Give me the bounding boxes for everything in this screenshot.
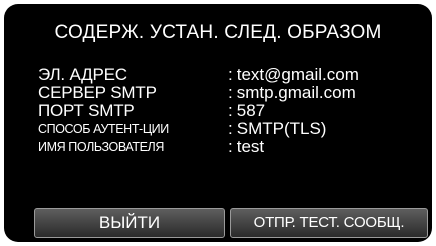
separator: : (228, 65, 233, 84)
setting-row-auth-method: СПОСОБ АУТЕНТ-ЦИИ : SMTP(TLS) (38, 120, 418, 138)
setting-label-smtp-port: ПОРТ SMTP (38, 101, 135, 120)
dialog-title: СОДЕРЖ. УСТАН. СЛЕД. ОБРАЗОМ (54, 22, 382, 43)
smtp-port-value: 587 (236, 101, 266, 120)
setting-value-smtp-server: : smtp.gmail.com (228, 84, 356, 102)
setting-row-smtp-server: СЕРВЕР SMTP : smtp.gmail.com (38, 84, 418, 102)
setting-label-auth-method: СПОСОБ АУТЕНТ-ЦИИ (38, 122, 169, 136)
confirm-settings-dialog: СОДЕРЖ. УСТАН. СЛЕД. ОБРАЗОМ ЭЛ. АДРЕС :… (4, 4, 432, 242)
setting-value-auth-method: : SMTP(TLS) (228, 120, 326, 138)
setting-row-smtp-port: ПОРТ SMTP :587 (38, 102, 418, 120)
email-value: text@gmail.com (236, 65, 359, 84)
username-value: test (236, 137, 265, 156)
smtp-server-value: smtp.gmail.com (236, 83, 356, 102)
separator: : (228, 119, 233, 138)
setting-value-smtp-port: :587 (228, 102, 265, 120)
settings-list: ЭЛ. АДРЕС : text@gmail.com СЕРВЕР SMTP :s… (38, 66, 418, 156)
separator: : (228, 137, 233, 156)
send-test-message-button[interactable]: ОТПР. ТЕСТ. СООБЩ. (230, 208, 428, 238)
setting-value-username: : test (228, 138, 264, 156)
setting-label-email: ЭЛ. АДРЕС (38, 65, 127, 84)
separator: : (228, 101, 233, 120)
setting-value-email: : text@gmail.com (228, 66, 359, 84)
separator: : (228, 83, 233, 102)
setting-label-username: ИМЯ ПОЛЬЗОВАТЕЛЯ (38, 140, 164, 154)
setting-row-email: ЭЛ. АДРЕС : text@gmail.com (38, 66, 418, 84)
exit-button[interactable]: ВЫЙТИ (34, 208, 225, 238)
setting-row-username: ИМЯ ПОЛЬЗОВАТЕЛЯ : test (38, 138, 418, 156)
setting-label-smtp-server: СЕРВЕР SMTP (38, 83, 157, 102)
auth-method-value: SMTP(TLS) (236, 119, 327, 138)
